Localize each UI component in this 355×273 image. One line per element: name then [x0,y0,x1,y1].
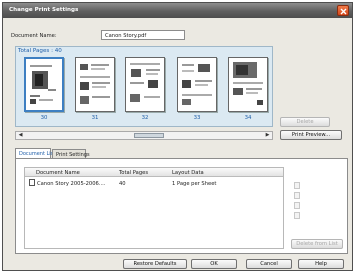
page-thumbnail[interactable] [24,57,64,112]
print-preview-button[interactable]: Print Preview... [280,130,342,140]
page-preview-icon [30,65,56,104]
scroll-left-icon[interactable]: ◀ [16,132,25,139]
delete-from-list-button[interactable]: Delete from List [291,239,343,249]
total-pages-label: Total Pages : 40 [18,48,62,54]
tab-print-settings[interactable]: Print Settings [52,149,90,158]
page-thumbnail[interactable] [75,57,115,112]
page-thumbnail[interactable] [177,57,217,112]
scrollbar-thumb[interactable] [134,133,164,138]
page-preview-icon [233,62,263,105]
page-number: 34 [244,115,252,121]
move-bottom-icon[interactable] [294,212,300,219]
title-bar[interactable]: Change Print Settings [3,3,352,18]
page-number: 32 [141,115,149,121]
page-number: 30 [40,115,48,121]
ok-button[interactable]: OK [191,259,237,269]
cancel-button[interactable]: Cancel [246,259,292,269]
page-thumbnail[interactable] [228,57,268,112]
move-down-icon[interactable] [294,202,300,209]
table-header: Document Name Total Pages Layout Data [25,168,283,177]
restore-defaults-button[interactable]: Restore Defaults [123,259,187,269]
close-icon [340,8,347,14]
document-list-table: Document Name Total Pages Layout Data Ca… [24,167,284,249]
delete-button[interactable]: Delete [280,117,330,127]
column-header[interactable]: Document Name [36,170,80,176]
page-preview-icon [130,63,160,102]
document-icon [29,179,35,186]
page-thumbnails-panel: Total Pages : 40 30 31 32 33 34 [15,46,273,127]
move-up-icon[interactable] [294,192,300,199]
column-header[interactable]: Layout Data [172,170,204,176]
table-cell[interactable]: Canon Story 2005-2006.... [37,181,105,187]
help-button[interactable]: Help [298,259,344,269]
thumbnail-scrollbar[interactable]: ◀ ▶ [15,131,273,140]
page-number: 33 [193,115,201,121]
tab-document-list[interactable]: Document List [15,148,55,158]
page-preview-icon [182,64,212,105]
table-cell[interactable]: 1 Page per Sheet [172,181,216,187]
close-button[interactable] [337,5,349,16]
column-header[interactable]: Total Pages [119,170,148,176]
page-number: 31 [91,115,99,121]
document-name-label: Document Name: [11,33,57,39]
print-settings-dialog: Change Print Settings Document Name: Can… [2,2,353,271]
page-preview-icon [80,64,110,104]
document-name-field[interactable]: Canon Story.pdf [101,30,185,40]
document-list-panel: Document Name Total Pages Layout Data Ca… [15,158,348,254]
scroll-right-icon[interactable]: ▶ [263,132,272,139]
window-title: Change Print Settings [9,7,79,13]
move-top-icon[interactable] [294,182,300,189]
table-cell[interactable]: 40 [119,181,126,187]
page-thumbnail[interactable] [125,57,165,112]
